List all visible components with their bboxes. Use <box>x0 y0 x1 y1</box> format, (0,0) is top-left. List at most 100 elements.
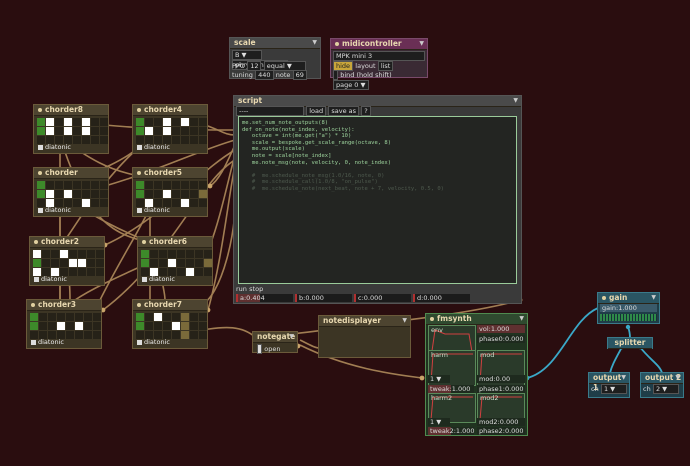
code-editor[interactable]: me.set_num_note_outputs(8) def on_note(no… <box>238 116 517 284</box>
chord-grid-cell[interactable] <box>136 118 144 126</box>
chord-grid-cell[interactable] <box>163 118 171 126</box>
chord-grid[interactable] <box>141 250 212 276</box>
diatonic-checkbox[interactable]: diatonic <box>142 275 175 283</box>
chord-grid-cell[interactable] <box>82 199 90 207</box>
harm2-select[interactable]: 1 ▼ <box>428 418 450 426</box>
chord-grid-cell[interactable] <box>93 322 101 330</box>
chord-grid-cell[interactable] <box>78 259 86 267</box>
help-button[interactable]: ? <box>361 106 371 116</box>
chord-grid-cell[interactable] <box>159 250 167 258</box>
chord-grid-cell[interactable] <box>100 118 108 126</box>
chord-grid-cell[interactable] <box>177 268 185 276</box>
chord-grid-cell[interactable] <box>154 118 162 126</box>
bind-checkbox[interactable] <box>333 70 338 80</box>
chord-grid-cell[interactable] <box>168 250 176 258</box>
chord-grid-cell[interactable] <box>190 136 198 144</box>
chord-grid-cell[interactable] <box>48 322 56 330</box>
chord-grid-cell[interactable] <box>190 127 198 135</box>
chord-grid-cell[interactable] <box>199 322 207 330</box>
chord-grid-cell[interactable] <box>172 322 180 330</box>
chord-grid-cell[interactable] <box>199 331 207 339</box>
device-select[interactable]: MPK mini 3 <box>333 51 425 61</box>
chord-grid-cell[interactable] <box>145 190 153 198</box>
mod-slider[interactable]: mod:0.00 <box>477 375 525 383</box>
chord-grid-cell[interactable] <box>39 322 47 330</box>
chord-grid-cell[interactable] <box>84 322 92 330</box>
chord-grid-cell[interactable] <box>57 313 65 321</box>
chord-grid-cell[interactable] <box>204 250 212 258</box>
chord-grid-cell[interactable] <box>177 250 185 258</box>
power-icon[interactable] <box>430 317 434 321</box>
preset-select[interactable]: ---- <box>236 106 304 116</box>
power-icon[interactable] <box>38 108 42 112</box>
open-checkbox[interactable] <box>257 344 262 354</box>
output-1-ch-select[interactable]: 1 ▼ <box>600 384 627 394</box>
chord-grid[interactable] <box>136 118 207 144</box>
chord-grid-cell[interactable] <box>84 331 92 339</box>
chord-grid-cell[interactable] <box>82 118 90 126</box>
power-icon[interactable] <box>31 303 35 307</box>
chord-grid-cell[interactable] <box>150 250 158 258</box>
chorder-module[interactable]: chorder4 diatonic <box>132 104 208 154</box>
chord-grid[interactable] <box>37 181 108 207</box>
gain-slider[interactable]: gain:1.000 <box>600 304 657 312</box>
chord-grid-cell[interactable] <box>87 259 95 267</box>
chord-grid-cell[interactable] <box>199 190 207 198</box>
chord-grid-cell[interactable] <box>163 127 171 135</box>
power-icon[interactable] <box>137 108 141 112</box>
chorder-title[interactable]: chorder8 <box>34 105 108 116</box>
chorder-module[interactable]: chorder3 diatonic <box>26 299 102 349</box>
chord-grid[interactable] <box>33 250 104 276</box>
chord-grid-cell[interactable] <box>145 127 153 135</box>
diatonic-checkbox[interactable]: diatonic <box>38 143 71 151</box>
chorder-title[interactable]: chorder5 <box>133 168 207 179</box>
chord-grid-cell[interactable] <box>141 250 149 258</box>
chord-grid[interactable] <box>30 313 101 339</box>
phase0-slider[interactable]: phase0:0.000 <box>477 335 525 343</box>
chord-grid-cell[interactable] <box>199 118 207 126</box>
chord-grid-cell[interactable] <box>163 313 171 321</box>
chord-grid-cell[interactable] <box>159 259 167 267</box>
midicontroller-module[interactable]: midicontroller ▼ MPK mini 3 hide layout l… <box>330 38 428 90</box>
script-param-slider[interactable]: b:0.000 <box>295 294 352 302</box>
output-2-module[interactable]: output 2 ▼ ch 2 ▼ <box>640 372 684 398</box>
chord-grid-cell[interactable] <box>195 268 203 276</box>
chord-grid-cell[interactable] <box>46 190 54 198</box>
layout-button[interactable]: layout <box>355 62 375 70</box>
diatonic-checkbox[interactable]: diatonic <box>137 143 170 151</box>
chord-grid-cell[interactable] <box>154 190 162 198</box>
chord-grid-cell[interactable] <box>69 268 77 276</box>
power-icon[interactable] <box>137 303 141 307</box>
chord-grid-cell[interactable] <box>73 181 81 189</box>
chord-grid-cell[interactable] <box>181 127 189 135</box>
chorder-title[interactable]: chorder <box>34 168 108 179</box>
chord-grid-cell[interactable] <box>177 259 185 267</box>
chord-grid-cell[interactable] <box>172 118 180 126</box>
chord-grid-cell[interactable] <box>136 313 144 321</box>
chord-grid-cell[interactable] <box>199 313 207 321</box>
gain-title[interactable]: gain ▼ <box>598 293 659 304</box>
chord-grid-cell[interactable] <box>181 118 189 126</box>
mod2-slider[interactable]: mod2:0.000 <box>477 418 525 426</box>
chord-grid-cell[interactable] <box>186 268 194 276</box>
chord-grid-cell[interactable] <box>150 259 158 267</box>
chord-grid-cell[interactable] <box>30 322 38 330</box>
chord-grid[interactable] <box>37 118 108 144</box>
chord-grid-cell[interactable] <box>154 181 162 189</box>
chord-grid-cell[interactable] <box>48 313 56 321</box>
chord-grid-cell[interactable] <box>51 250 59 258</box>
chord-grid-cell[interactable] <box>51 259 59 267</box>
output-1-module[interactable]: output 1 ▼ ch 1 ▼ <box>588 372 630 398</box>
chord-grid-cell[interactable] <box>91 127 99 135</box>
chord-grid-cell[interactable] <box>73 136 81 144</box>
diatonic-checkbox[interactable]: diatonic <box>137 338 170 346</box>
tweak2-slider[interactable]: tweak2:1.000 <box>428 427 475 435</box>
chord-grid-cell[interactable] <box>181 199 189 207</box>
chord-grid-cell[interactable] <box>75 322 83 330</box>
chord-grid-cell[interactable] <box>30 313 38 321</box>
chord-grid-cell[interactable] <box>84 313 92 321</box>
chord-grid-cell[interactable] <box>181 136 189 144</box>
phase1-slider[interactable]: phase1:0.000 <box>477 385 525 393</box>
chord-grid-cell[interactable] <box>91 190 99 198</box>
chord-grid-cell[interactable] <box>136 190 144 198</box>
